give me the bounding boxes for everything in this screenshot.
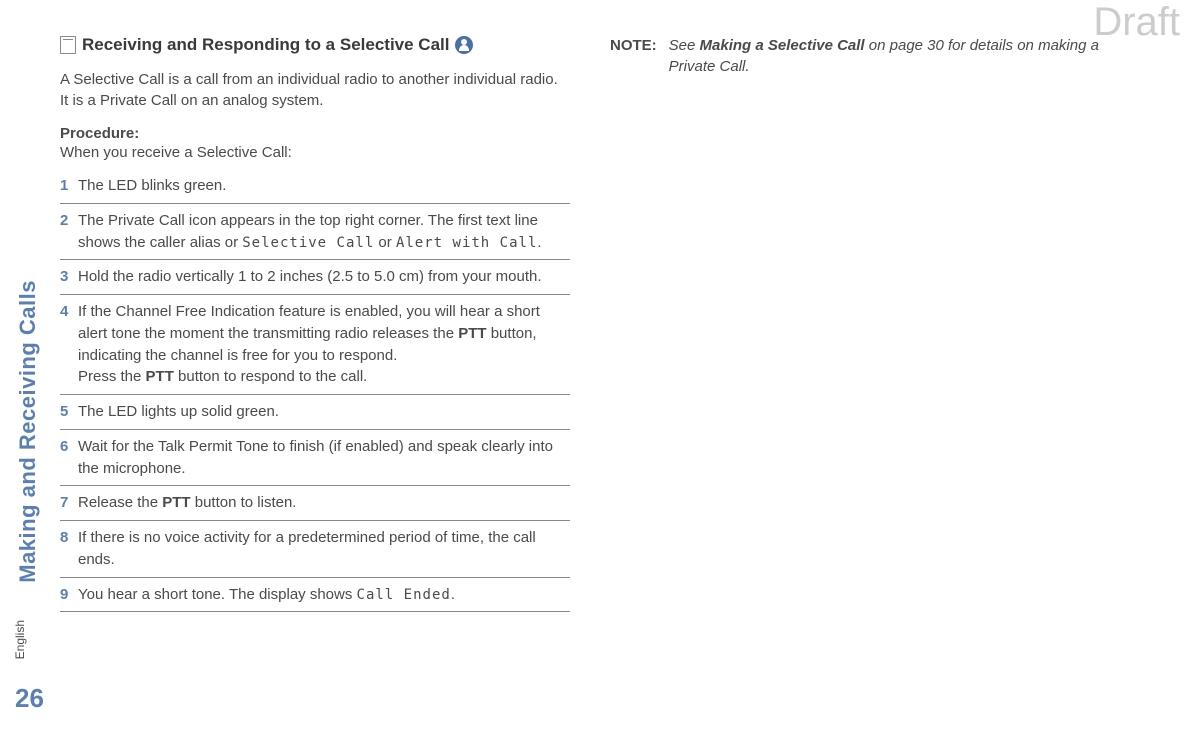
main-content: Receiving and Responding to a Selective … (60, 35, 1120, 612)
step-8: 8 If there is no voice activity for a pr… (60, 521, 570, 578)
procedure-subtext: When you receive a Selective Call: (60, 144, 570, 161)
heading-text: Receiving and Responding to a Selective … (82, 35, 449, 55)
step-number: 4 (60, 301, 78, 323)
note-body: See Making a Selective Call on page 30 f… (669, 35, 1120, 77)
step-text: The Private Call icon appears in the top… (78, 210, 570, 254)
lcd-text: Selective Call (242, 235, 374, 251)
step-number: 2 (60, 210, 78, 232)
book-icon (60, 36, 76, 54)
ptt-bold: PTT (162, 494, 190, 511)
step-4: 4 If the Channel Free Indication feature… (60, 295, 570, 395)
step-text: The LED lights up solid green. (78, 401, 570, 423)
step-3: 3 Hold the radio vertically 1 to 2 inche… (60, 260, 570, 295)
step-number: 9 (60, 584, 78, 606)
step-text: If there is no voice activity for a pred… (78, 527, 570, 571)
step-text: If the Channel Free Indication feature i… (78, 301, 570, 388)
step-number: 7 (60, 492, 78, 514)
procedure-label: Procedure: (60, 125, 570, 142)
step-6: 6 Wait for the Talk Permit Tone to finis… (60, 430, 570, 487)
step-1: 1 The LED blinks green. (60, 169, 570, 204)
intro-text: A Selective Call is a call from an indiv… (60, 69, 570, 111)
step-number: 8 (60, 527, 78, 549)
step-9: 9 You hear a short tone. The display sho… (60, 578, 570, 613)
page-number: 26 (15, 683, 44, 714)
note-label: NOTE: (610, 35, 657, 56)
step-text: You hear a short tone. The display shows… (78, 584, 570, 606)
step-number: 1 (60, 175, 78, 197)
lcd-text: Call Ended (357, 587, 451, 603)
section-sidebar-title: Making and Receiving Calls (15, 280, 41, 583)
watermark-text: Draft (1093, 0, 1180, 45)
step-number: 5 (60, 401, 78, 423)
step-number: 6 (60, 436, 78, 458)
step-7: 7 Release the PTT button to listen. (60, 486, 570, 521)
step-text: Hold the radio vertically 1 to 2 inches … (78, 266, 570, 288)
ptt-bold: PTT (146, 368, 174, 385)
right-column: NOTE: See Making a Selective Call on pag… (610, 35, 1120, 612)
step-text: Release the PTT button to listen. (78, 492, 570, 514)
lcd-text: Alert with Call (396, 235, 537, 251)
language-label: English (13, 620, 27, 659)
step-2: 2 The Private Call icon appears in the t… (60, 204, 570, 261)
private-call-icon (455, 36, 473, 54)
step-5: 5 The LED lights up solid green. (60, 395, 570, 430)
left-column: Receiving and Responding to a Selective … (60, 35, 570, 612)
section-heading: Receiving and Responding to a Selective … (60, 35, 570, 55)
note-bold-italic: Making a Selective Call (700, 37, 865, 54)
step-text: Wait for the Talk Permit Tone to finish … (78, 436, 570, 480)
step-text: The LED blinks green. (78, 175, 570, 197)
ptt-bold: PTT (458, 325, 486, 342)
step-number: 3 (60, 266, 78, 288)
note-block: NOTE: See Making a Selective Call on pag… (610, 35, 1120, 77)
